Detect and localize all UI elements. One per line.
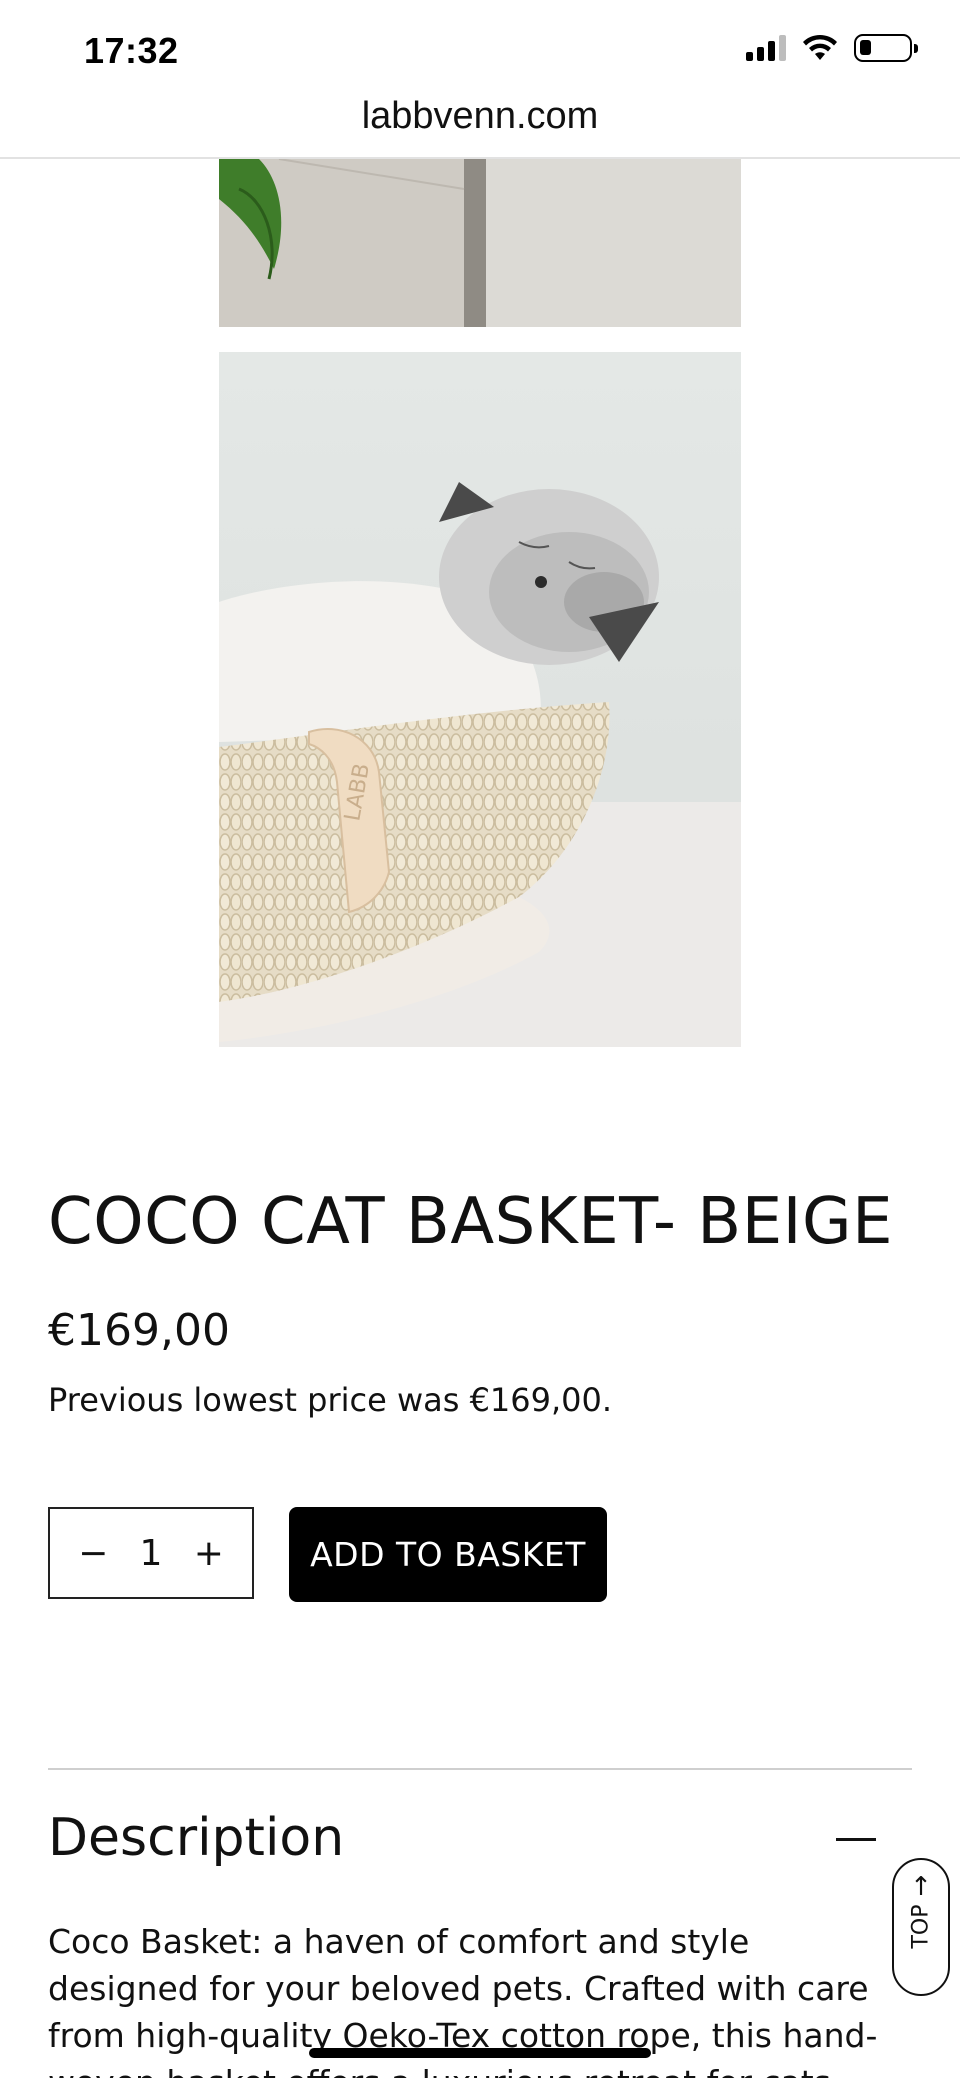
quantity-decrement-button[interactable]: − xyxy=(73,1533,113,1574)
cat-in-basket-photo: LABB xyxy=(219,352,741,1047)
wifi-icon xyxy=(803,34,837,60)
collapse-icon[interactable] xyxy=(836,1838,876,1841)
back-to-top-button[interactable]: ↑ TOP xyxy=(892,1858,950,1996)
status-bar: 17:32 xyxy=(0,0,960,100)
status-time: 17:32 xyxy=(84,30,179,71)
quantity-stepper[interactable]: − 1 + xyxy=(48,1507,254,1599)
back-to-top-label: TOP xyxy=(908,1904,934,1949)
battery-icon xyxy=(854,34,918,62)
quantity-increment-button[interactable]: + xyxy=(189,1533,229,1574)
product-image-interior[interactable] xyxy=(219,159,741,327)
home-indicator[interactable] xyxy=(309,2048,651,2058)
product-price: €169,00 xyxy=(48,1305,230,1356)
description-divider xyxy=(48,1768,912,1770)
description-accordion-header[interactable]: Description xyxy=(48,1808,912,1874)
previous-lowest-price: Previous lowest price was €169,00. xyxy=(48,1381,613,1419)
arrow-up-icon: ↑ xyxy=(910,1872,932,1902)
url-text[interactable]: labbvenn.com xyxy=(362,95,599,137)
add-to-basket-button[interactable]: ADD TO BASKET xyxy=(289,1507,607,1602)
product-image-cat-basket[interactable]: LABB xyxy=(219,352,741,1047)
status-icons xyxy=(746,34,918,62)
interior-cabinet-plant-photo xyxy=(219,159,741,327)
description-heading: Description xyxy=(48,1808,345,1868)
cellular-signal-icon xyxy=(746,35,786,61)
quantity-value[interactable]: 1 xyxy=(140,1533,163,1574)
address-bar[interactable]: labbvenn.com xyxy=(0,88,960,158)
product-title: COCO CAT BASKET- BEIGE xyxy=(48,1185,894,1259)
